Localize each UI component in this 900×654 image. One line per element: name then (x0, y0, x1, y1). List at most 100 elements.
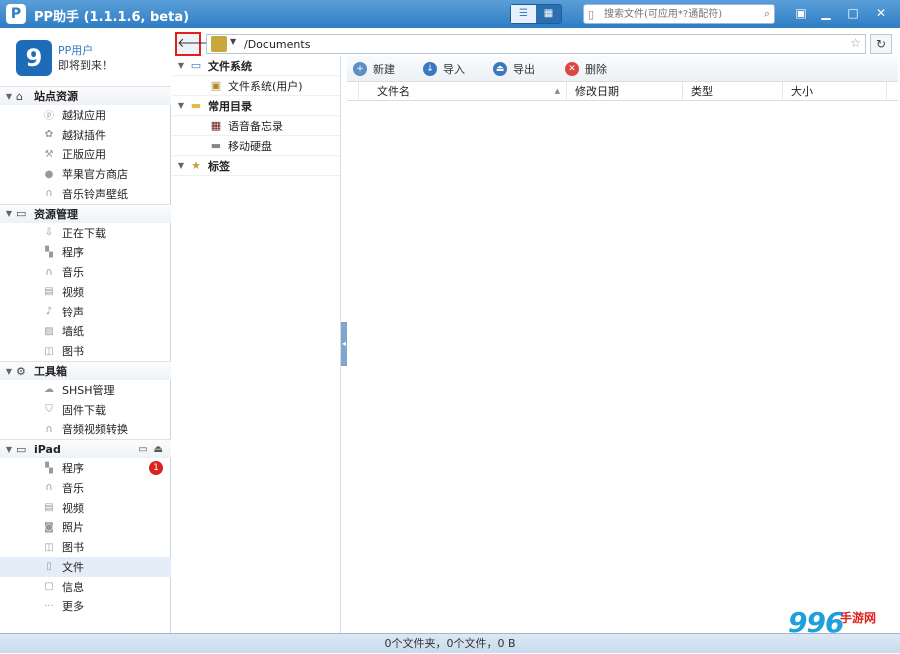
grid-view-icon[interactable]: ▦ (536, 5, 561, 23)
avatar[interactable]: 9 (16, 40, 52, 76)
column-header-size[interactable]: 大小 (783, 82, 887, 101)
maximize-icon[interactable]: □ (842, 3, 864, 23)
sidebar-item-ipad-music[interactable]: ∩ 音乐 (0, 478, 171, 498)
tree-node-filesystem[interactable]: ▼ ▭ 文件系统 (172, 56, 340, 76)
tree-node-mobile-disk[interactable]: ▬ 移动硬盘 (172, 136, 340, 156)
sidebar-item-shsh[interactable]: ☁ SHSH管理 (0, 380, 171, 400)
message-icon: ▢ (44, 581, 54, 593)
close-icon[interactable]: ✕ (870, 3, 892, 23)
collapse-arrow-icon[interactable]: ▼ (2, 445, 16, 454)
column-header-type[interactable]: 类型 (683, 82, 783, 101)
delete-button[interactable]: ✕ 删除 (565, 60, 607, 78)
sidebar-item-ipad-messages[interactable]: ▢ 信息 (0, 577, 171, 597)
sidebar-item-ipad-files[interactable]: ▯ 文件 (0, 557, 171, 577)
back-button[interactable]: 🡐 (175, 32, 212, 56)
sidebar-item-av-convert[interactable]: ∩ 音频视频转换 (0, 420, 171, 440)
section-title: 工具箱 (34, 365, 67, 378)
voice-memo-icon: ▦ (210, 118, 222, 132)
column-label: 类型 (691, 85, 713, 98)
search-box[interactable]: ▯ ⌕ (583, 4, 775, 24)
tree-node-common[interactable]: ▼ ▬ 常用目录 (172, 96, 340, 116)
user-name[interactable]: PP用户 (58, 42, 93, 58)
camera-icon: ◙ (44, 521, 54, 533)
sidebar-item-ipad-more[interactable]: ··· 更多 (0, 597, 171, 617)
export-button[interactable]: ⏏ 导出 (493, 60, 535, 78)
section-site-resources[interactable]: ▼ ⌂ 站点资源 (0, 86, 171, 105)
minimize-icon[interactable]: ▁ (815, 3, 837, 23)
sidebar-item-firmware[interactable]: ⛉ 固件下载 (0, 400, 171, 420)
file-table-header: 文件名 ▲ 修改日期 类型 大小 (347, 82, 898, 101)
sidebar-item-ipad-photos[interactable]: ◙ 照片 (0, 518, 171, 538)
book-icon: ◫ (44, 541, 54, 553)
more-icon: ··· (44, 600, 54, 612)
list-view-icon[interactable]: ☰ (511, 5, 536, 23)
sidebar-item-jailbreak-apps[interactable]: ⓟ 越狱应用 (0, 105, 171, 125)
collapse-arrow-icon[interactable]: ▼ (2, 367, 16, 376)
disk-icon: ▬ (210, 138, 222, 152)
address-bar: 🡐 ▼ /Documents ☆ ↻ (172, 32, 898, 56)
collapse-arrow-icon[interactable]: ▼ (174, 61, 188, 70)
path-field[interactable]: ▼ /Documents ☆ (206, 34, 866, 54)
import-button[interactable]: ↓ 导入 (423, 60, 465, 78)
search-input[interactable] (602, 7, 752, 21)
column-header-name[interactable]: 文件名 ▲ (369, 82, 567, 101)
sidebar-item-label: 文件 (62, 560, 84, 574)
sidebar-item-label: 正在下载 (62, 226, 106, 240)
sidebar-item-ringtones[interactable]: ♪ 铃声 (0, 302, 171, 322)
sidebar-item-apple-store[interactable]: ● 苹果官方商店 (0, 164, 171, 184)
tree-node-bookmarks[interactable]: ▼ ★ 标签 (172, 156, 340, 176)
eject-icon[interactable]: ⏏ (154, 444, 163, 455)
notification-badge: 1 (149, 461, 163, 476)
new-button[interactable]: + 新建 (353, 60, 395, 78)
column-header-modified[interactable]: 修改日期 (567, 82, 683, 101)
column-label: 大小 (791, 85, 813, 98)
collapse-arrow-icon[interactable]: ▼ (174, 161, 188, 170)
file-panel: + 新建 ↓ 导入 ⏏ 导出 ✕ 删除 文件名 ▲ 修改日期 类型 大小 (347, 56, 898, 633)
sidebar-item-video[interactable]: ▤ 视频 (0, 282, 171, 302)
sidebar-nav: ▼ ⌂ 站点资源 ⓟ 越狱应用 ✿ 越狱插件 ⚒ 正版应用 ● 苹果官方商店 ∩ 音乐铃声… (0, 86, 171, 616)
collapse-arrow-icon[interactable]: ▼ (2, 92, 16, 101)
bookmark-icon: ★ (191, 158, 201, 172)
sidebar-item-downloading[interactable]: ⇩ 正在下载 (0, 223, 171, 243)
collapse-arrow-icon[interactable]: ▼ (174, 101, 188, 110)
star-icon[interactable]: ☆ (850, 36, 861, 50)
sidebar-item-ipad-video[interactable]: ▤ 视频 (0, 498, 171, 518)
sidebar-item-label: 苹果官方商店 (62, 168, 128, 182)
section-title: 资源管理 (34, 207, 78, 221)
tree-node-label: 语音备忘录 (228, 119, 283, 133)
sidebar-item-label: 程序 (62, 462, 84, 476)
section-toolbox[interactable]: ▼ ⚙ 工具箱 (0, 361, 171, 380)
section-ipad[interactable]: ▼ ▭ iPad ▭ ⏏ (0, 439, 171, 459)
refresh-button[interactable]: ↻ (870, 34, 892, 54)
search-icon[interactable]: ⌕ (764, 7, 770, 21)
sidebar-item-music-ringtone-wallpaper[interactable]: ∩ 音乐铃声壁纸 (0, 184, 171, 204)
chevron-down-icon[interactable]: ▼ (230, 37, 236, 46)
headphones-icon: ∩ (45, 188, 53, 200)
tree-node-label: 标签 (208, 159, 230, 173)
sidebar-item-music[interactable]: ∩ 音乐 (0, 262, 171, 282)
sidebar-item-official-apps[interactable]: ⚒ 正版应用 (0, 145, 171, 165)
refresh-icon: ↻ (875, 37, 887, 51)
section-title: iPad (34, 442, 61, 456)
monitor-icon: ▭ (16, 207, 27, 221)
sidebar-item-books[interactable]: ◫ 图书 (0, 341, 171, 361)
sidebar-item-programs[interactable]: ▚ 程序 (0, 243, 171, 263)
cloud-icon: ☁ (44, 384, 54, 396)
film-icon: ▤ (44, 286, 54, 298)
sidebar-item-label: 图书 (62, 345, 84, 359)
sidebar-item-jailbreak-plugins[interactable]: ✿ 越狱插件 (0, 125, 171, 145)
export-label: 导出 (513, 63, 535, 76)
tree-node-voice-memo[interactable]: ▦ 语音备忘录 (172, 116, 340, 136)
column-label: 修改日期 (575, 85, 619, 98)
directory-tree: ▼ ▭ 文件系统 ▣ 文件系统(用户) ▼ ▬ 常用目录 ▦ 语音备忘录 ▬ 移… (172, 56, 341, 633)
view-toggle[interactable]: ☰ ▦ (510, 4, 562, 24)
skin-icon[interactable]: ▣ (790, 3, 812, 23)
collapse-arrow-icon[interactable]: ▼ (2, 209, 16, 218)
watermark-logo: 996 手游网 (788, 606, 876, 639)
tree-node-filesystem-user[interactable]: ▣ 文件系统(用户) (172, 76, 340, 96)
sidebar-item-wallpaper[interactable]: ▨ 墙纸 (0, 322, 171, 342)
device-icon[interactable] (211, 36, 227, 52)
sidebar-item-ipad-programs[interactable]: ▚ 程序 1 (0, 458, 171, 478)
sidebar-item-ipad-books[interactable]: ◫ 图书 (0, 537, 171, 557)
section-resource-management[interactable]: ▼ ▭ 资源管理 (0, 203, 171, 223)
